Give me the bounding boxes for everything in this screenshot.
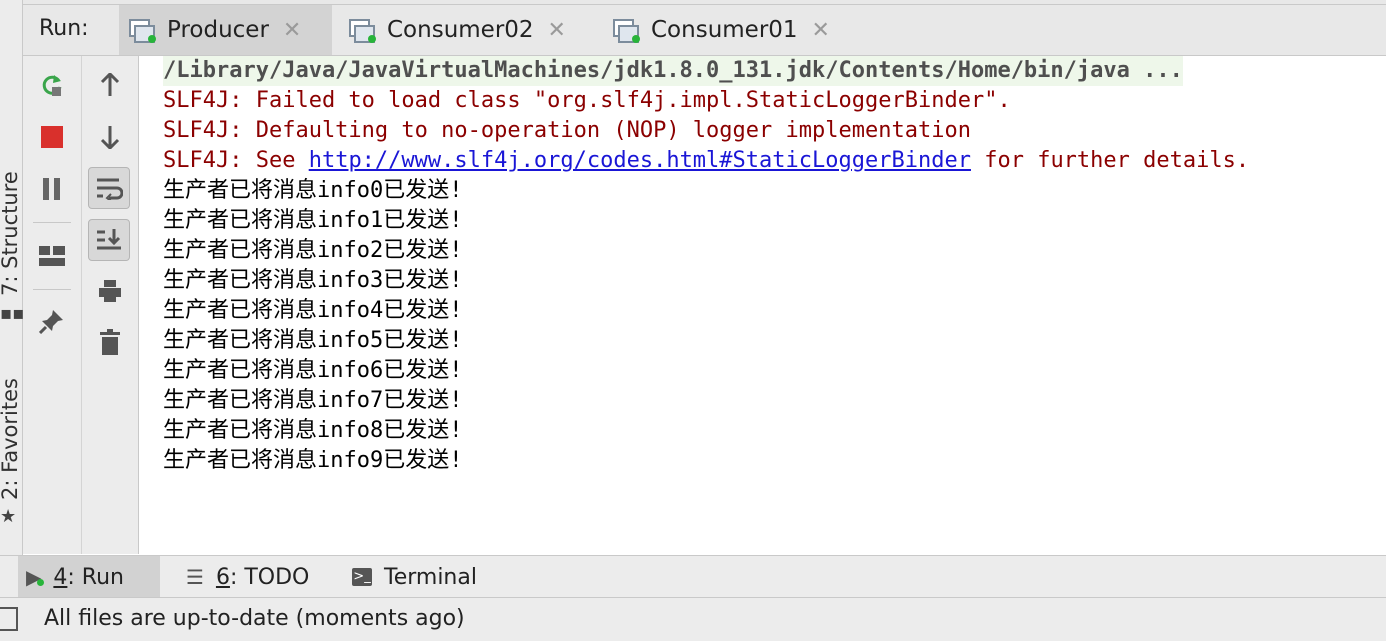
output-line: 生产者已将消息info2已发送! xyxy=(163,238,463,263)
output-line: 生产者已将消息info9已发送! xyxy=(163,448,463,473)
status-bar: All files are up-to-date (moments ago) xyxy=(0,597,1386,641)
tool-label: : TODO xyxy=(229,564,310,590)
tab-consumer01[interactable]: Consumer01 ✕ xyxy=(603,5,853,55)
run-label: Run: xyxy=(39,16,89,41)
pin-icon[interactable] xyxy=(32,301,72,341)
todo-tool-button[interactable]: ☰ 6: TODO xyxy=(178,556,317,598)
star-icon: ★ xyxy=(0,506,17,527)
structure-icon: ▪▪ xyxy=(0,303,25,324)
error-line: SLF4J: See http://www.slf4j.org/codes.ht… xyxy=(163,146,1249,176)
tool-number: 6 xyxy=(215,564,230,590)
left-tool-strip: 7: Structure ▪▪ 2: Favorites ★ xyxy=(0,0,25,597)
status-message: All files are up-to-date (moments ago) xyxy=(44,606,465,631)
trash-icon[interactable] xyxy=(90,322,130,362)
error-line: SLF4J: Defaulting to no-operation (NOP) … xyxy=(163,118,971,143)
pause-icon[interactable] xyxy=(32,169,72,209)
tool-window-bar: ▶ 4: Run ☰ 6: TODO >_ Terminal xyxy=(0,555,1386,598)
close-icon[interactable]: ✕ xyxy=(548,18,566,43)
console-output[interactable]: /Library/Java/JavaVirtualMachines/jdk1.8… xyxy=(139,56,1386,554)
layout-icon[interactable] xyxy=(32,236,72,276)
output-line: 生产者已将消息info8已发送! xyxy=(163,418,463,443)
divider xyxy=(33,289,71,290)
soft-wrap-icon[interactable] xyxy=(88,167,130,209)
down-arrow-icon[interactable] xyxy=(90,117,130,157)
close-icon[interactable]: ✕ xyxy=(283,18,301,43)
run-tool-button[interactable]: ▶ 4: Run xyxy=(18,556,160,598)
run-tab-bar: Run: Producer ✕ Consumer02 ✕ Consumer01 … xyxy=(23,0,1386,56)
error-text: for further details. xyxy=(970,148,1250,173)
run-controls-toolbar xyxy=(23,56,82,554)
structure-tool-tab[interactable]: 7: Structure xyxy=(0,171,22,296)
output-line: 生产者已将消息info1已发送! xyxy=(163,208,463,233)
output-line: 生产者已将消息info7已发送! xyxy=(163,388,463,413)
slf4j-link[interactable]: http://www.slf4j.org/codes.html#StaticLo… xyxy=(309,148,971,173)
output-line: 生产者已将消息info3已发送! xyxy=(163,268,463,293)
tab-producer[interactable]: Producer ✕ xyxy=(119,5,332,55)
tab-label: Producer xyxy=(167,17,269,43)
command-line: /Library/Java/JavaVirtualMachines/jdk1.8… xyxy=(163,56,1183,86)
stop-icon[interactable] xyxy=(32,117,72,157)
run-config-icon xyxy=(613,17,640,43)
tool-label: Terminal xyxy=(384,564,477,590)
divider xyxy=(33,222,71,223)
output-line: 生产者已将消息info4已发送! xyxy=(163,298,463,323)
tool-label: : Run xyxy=(67,564,124,590)
rerun-icon[interactable] xyxy=(32,65,72,105)
tab-consumer02[interactable]: Consumer02 ✕ xyxy=(339,5,589,55)
close-icon[interactable]: ✕ xyxy=(812,18,830,43)
output-line: 生产者已将消息info5已发送! xyxy=(163,328,463,353)
output-line: 生产者已将消息info6已发送! xyxy=(163,358,463,383)
up-arrow-icon[interactable] xyxy=(90,65,130,105)
run-config-icon xyxy=(349,17,376,43)
tool-number: 4 xyxy=(53,564,68,590)
print-icon[interactable] xyxy=(90,271,130,311)
tool-windows-toggle-icon[interactable] xyxy=(0,607,18,631)
list-icon: ☰ xyxy=(186,565,204,589)
run-config-icon xyxy=(129,17,156,43)
scroll-to-end-icon[interactable] xyxy=(88,219,130,261)
terminal-icon: >_ xyxy=(352,568,372,586)
output-line: 生产者已将消息info0已发送! xyxy=(163,178,463,203)
error-line: SLF4J: Failed to load class "org.slf4j.i… xyxy=(163,88,1011,113)
terminal-tool-button[interactable]: >_ Terminal xyxy=(344,556,485,598)
run-icon: ▶ xyxy=(26,565,44,589)
tab-label: Consumer01 xyxy=(651,17,798,43)
error-text: SLF4J: See xyxy=(163,148,309,173)
tab-label: Consumer02 xyxy=(387,17,534,43)
console-toolbar xyxy=(82,56,139,554)
favorites-tool-tab[interactable]: 2: Favorites xyxy=(0,378,22,500)
